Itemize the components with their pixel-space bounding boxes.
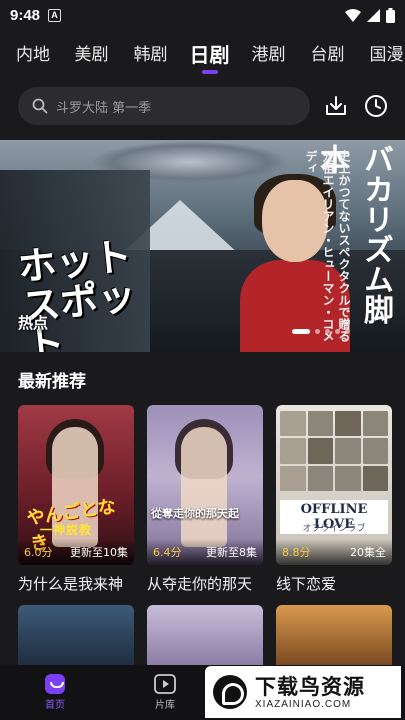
category-tabs: 内地 美剧 韩剧 日剧 港剧 台剧 国漫 (0, 36, 405, 76)
tab-us-drama[interactable]: 美剧 (62, 36, 121, 74)
tab-korean-drama[interactable]: 韩剧 (121, 36, 180, 74)
banner-tagline-1: 史上かつてないスペクタクルで贈る (337, 150, 351, 342)
carousel-dot[interactable] (292, 329, 310, 334)
home-icon (45, 674, 65, 694)
show-poster[interactable] (147, 605, 263, 665)
poster-meta: 6.4分 更新至8集 (147, 539, 263, 565)
rating-score: 6.4分 (153, 546, 182, 559)
rating-score: 6.0分 (24, 546, 53, 559)
wifi-icon (345, 8, 361, 22)
status-time: 9:48 (10, 6, 41, 24)
search-placeholder: 斗罗大陆 第一季 (56, 100, 152, 116)
status-bar: 9:48 A (0, 0, 405, 30)
banner-show-title: ホットスポット (15, 233, 139, 352)
carousel-dot[interactable] (315, 329, 320, 334)
nav-library-label: 片库 (155, 700, 175, 711)
download-button[interactable] (322, 92, 350, 120)
show-poster[interactable] (18, 605, 134, 665)
poster-photo-grid (280, 411, 388, 491)
tab-chinese-anime[interactable]: 国漫 (357, 36, 405, 74)
carousel-indicator (292, 329, 350, 334)
watermark: 下载鸟资源 XIAZAINIAO.COM (205, 666, 401, 718)
show-card[interactable]: OFFLINE LOVE オフラインラブ 8.8分 20集全 线下恋爱 (276, 405, 392, 594)
tab-japanese-drama[interactable]: 日剧 (180, 36, 239, 74)
search-icon (32, 98, 48, 114)
banner-caption: 热点 (18, 314, 49, 332)
hero-banner[interactable]: ホットスポット バカリズム脚本 史上かつてないスペクタクルで贈る 元祖エイリアン… (0, 140, 405, 352)
show-title: 线下恋爱 (276, 575, 337, 593)
show-card[interactable]: やんごとなき 一神説教 6.0分 更新至10集 为什么是我来神 (18, 405, 134, 594)
rating-score: 8.8分 (282, 546, 311, 559)
show-card[interactable]: 從奪走你的那天起 6.4分 更新至8集 从夺走你的那天 (147, 405, 263, 594)
recommend-list: やんごとなき 一神説教 6.0分 更新至10集 为什么是我来神 從奪走你的那天起… (18, 405, 398, 594)
tab-hk-drama[interactable]: 港剧 (239, 36, 298, 74)
poster-meta: 8.8分 20集全 (276, 539, 392, 565)
nav-library[interactable]: 片库 (110, 665, 220, 720)
carousel-dot[interactable] (325, 329, 330, 334)
tab-mainland[interactable]: 内地 (0, 36, 62, 74)
search-bar[interactable]: 斗罗大陆 第一季 (18, 87, 310, 125)
status-icons (345, 7, 395, 23)
episode-status: 更新至10集 (70, 546, 128, 559)
poster-meta: 6.0分 更新至10集 (18, 539, 134, 565)
bird-logo-icon (213, 675, 247, 709)
show-poster: OFFLINE LOVE オフラインラブ 8.8分 20集全 (276, 405, 392, 565)
poster-subtitle-art: オフラインラブ (302, 524, 366, 534)
carousel-dot[interactable] (345, 329, 350, 334)
show-poster: 從奪走你的那天起 6.4分 更新至8集 (147, 405, 263, 565)
show-title: 从夺走你的那天 (147, 575, 253, 593)
history-button[interactable] (362, 92, 390, 120)
episode-status: 更新至8集 (206, 546, 257, 559)
banner-tagline-2: 元祖エイリアン・ヒューマン・コメディ (304, 150, 335, 342)
battery-icon (386, 7, 395, 23)
watermark-url: XIAZAINIAO.COM (255, 698, 352, 710)
signal-icon (367, 8, 380, 22)
recommend-list-row-2 (18, 605, 398, 665)
poster-subtitle-art: 一神説教 (40, 523, 93, 537)
nav-home[interactable]: 首页 (0, 665, 110, 720)
show-poster: やんごとなき 一神説教 6.0分 更新至10集 (18, 405, 134, 565)
poster-title-art: 從奪走你的那天起 (151, 507, 239, 520)
carousel-dot[interactable] (335, 329, 340, 334)
show-title: 为什么是我来神 (18, 575, 124, 593)
play-icon (154, 674, 176, 694)
show-poster[interactable] (276, 605, 392, 665)
episode-status: 20集全 (350, 546, 386, 559)
download-icon (326, 96, 346, 115)
nav-home-label: 首页 (45, 700, 65, 711)
section-title: 最新推荐 (18, 372, 86, 392)
watermark-name: 下载鸟资源 (255, 674, 365, 699)
clock-icon (365, 95, 387, 117)
notification-icon: A (48, 8, 62, 22)
tab-taiwan-drama[interactable]: 台剧 (298, 36, 357, 74)
